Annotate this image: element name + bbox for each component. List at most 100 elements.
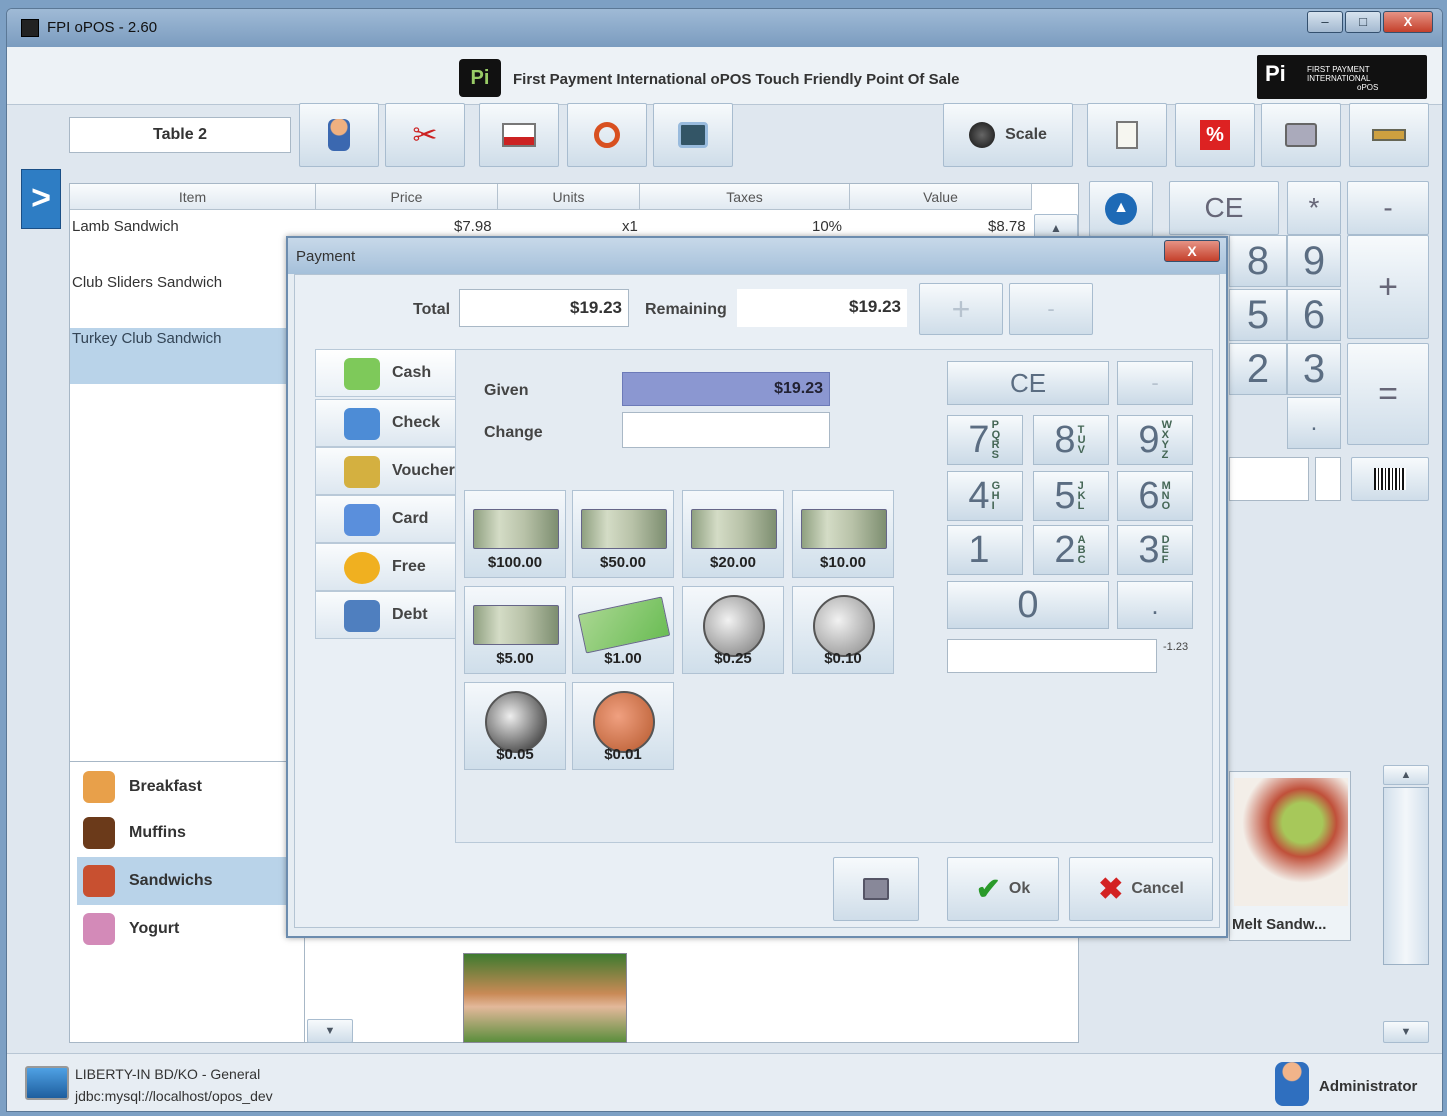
customer-button[interactable]	[299, 103, 379, 167]
delete-ticket-button[interactable]	[479, 103, 559, 167]
window-close-icon	[502, 123, 536, 147]
col-units: Units	[498, 184, 640, 210]
category-label: Breakfast	[129, 778, 202, 795]
category-breakfast[interactable]: Breakfast	[77, 763, 293, 811]
tab-free[interactable]: Free	[315, 543, 461, 591]
payment-close-button[interactable]: X	[1164, 240, 1220, 262]
bg-key-6[interactable]: 6	[1287, 289, 1341, 341]
row-item: Club Sliders Sandwich	[72, 274, 223, 291]
ok-label: Ok	[1008, 880, 1031, 897]
add-payment-button[interactable]: +	[919, 283, 1003, 335]
money-label: $5.00	[496, 650, 534, 667]
barcode-qty-input[interactable]	[1315, 457, 1341, 501]
print-receipt-button[interactable]	[833, 857, 919, 921]
product-melt-sandwich[interactable]: Melt Sandw...	[1229, 771, 1351, 941]
status-bar: LIBERTY-IN BD/KO - General jdbc:mysql://…	[7, 1053, 1442, 1111]
change-label: Change	[484, 424, 543, 441]
scale-icon	[969, 122, 996, 148]
discount-button[interactable]: %	[1175, 103, 1255, 167]
bg-key-3[interactable]: 3	[1287, 343, 1341, 395]
key-0[interactable]: 0	[947, 581, 1109, 629]
tab-label: Voucher	[392, 462, 455, 479]
category-muffins[interactable]: Muffins	[77, 809, 293, 857]
cancel-button[interactable]: ✖ Cancel	[1069, 857, 1213, 921]
money-label: $0.10	[824, 650, 862, 667]
key-4[interactable]: 4 GHI	[947, 471, 1023, 521]
key-7[interactable]: 7 PQRS	[947, 415, 1023, 465]
sandwich-product-image[interactable]	[463, 953, 627, 1043]
product-label: Melt Sandw...	[1232, 916, 1327, 933]
refresh-button[interactable]	[567, 103, 647, 167]
print-preview-button[interactable]	[653, 103, 733, 167]
credit-card-icon	[344, 504, 380, 536]
category-sandwichs[interactable]: Sandwichs	[77, 857, 293, 905]
bill-20-button[interactable]: $20.00	[682, 490, 784, 578]
tab-debt[interactable]: Debt	[315, 591, 461, 639]
bg-minus-key[interactable]: -	[1347, 181, 1429, 235]
category-yogurt[interactable]: Yogurt	[77, 905, 293, 953]
cash-drawer-button[interactable]	[1349, 103, 1429, 167]
minimize-button[interactable]: ‒	[1307, 11, 1343, 33]
bill-10-button[interactable]: $10.00	[792, 490, 894, 578]
sandwich-icon	[83, 865, 115, 897]
bill-1-button[interactable]: $1.00	[572, 586, 674, 674]
product-scroll-down[interactable]: ▼	[1383, 1021, 1429, 1043]
expand-panel-button[interactable]: >	[21, 169, 61, 229]
tab-voucher[interactable]: Voucher	[315, 447, 461, 495]
dot-key[interactable]: .	[1117, 581, 1193, 629]
minus-key[interactable]: -	[1117, 361, 1193, 405]
key-5[interactable]: 5 JKL	[1033, 471, 1109, 521]
bill-5-button[interactable]: $5.00	[464, 586, 566, 674]
category-label: Sandwichs	[129, 872, 213, 889]
bill-100-button[interactable]: $100.00	[464, 490, 566, 578]
barcode-button[interactable]	[1351, 457, 1429, 501]
bg-dot-key[interactable]: .	[1287, 397, 1341, 449]
coin-5-button[interactable]: $0.05	[464, 682, 566, 770]
key-3[interactable]: 3 DEF	[1117, 525, 1193, 575]
coin-10-button[interactable]: $0.10	[792, 586, 894, 674]
bill-50-button[interactable]: $50.00	[572, 490, 674, 578]
ok-button[interactable]: ✔ Ok	[947, 857, 1059, 921]
tab-check[interactable]: Check	[315, 399, 461, 447]
coin-1-button[interactable]: $0.01	[572, 682, 674, 770]
remaining-value: $19.23	[737, 289, 907, 327]
key-6[interactable]: 6 MNO	[1117, 471, 1193, 521]
note-button[interactable]	[1087, 103, 1167, 167]
money-label: $10.00	[820, 554, 866, 571]
ce-key[interactable]: CE	[947, 361, 1109, 405]
equals-key[interactable]: =	[1347, 343, 1429, 445]
product-scroll-up[interactable]: ▲	[1383, 765, 1429, 785]
up-arrow-button[interactable]: ▲	[1089, 181, 1153, 237]
customer-icon	[328, 119, 350, 151]
scale-button[interactable]: Scale	[943, 103, 1073, 167]
plus-key[interactable]: +	[1347, 235, 1429, 339]
split-button[interactable]: ✂	[385, 103, 465, 167]
col-value: Value	[850, 184, 1032, 210]
barcode-input[interactable]	[1229, 457, 1309, 501]
bill-icon	[473, 509, 559, 549]
bg-key-5[interactable]: 5	[1229, 289, 1287, 341]
close-button[interactable]: X	[1383, 11, 1433, 33]
tab-card[interactable]: Card	[315, 495, 461, 543]
row-value: $8.78	[988, 218, 1026, 235]
bg-key-8[interactable]: 8	[1229, 235, 1287, 287]
given-input[interactable]: $19.23	[622, 372, 830, 406]
tab-cash[interactable]: Cash	[315, 349, 463, 397]
remove-payment-button[interactable]: -	[1009, 283, 1093, 335]
key-9[interactable]: 9 WXYZ	[1117, 415, 1193, 465]
table-label: Table 2	[69, 117, 291, 153]
key-2[interactable]: 2 ABC	[1033, 525, 1109, 575]
key-1[interactable]: 1	[947, 525, 1023, 575]
multiply-key[interactable]: *	[1287, 181, 1341, 235]
maximize-button[interactable]: □	[1345, 11, 1381, 33]
category-scroll-down[interactable]: ▼	[307, 1019, 353, 1043]
product-scrollbar-thumb[interactable]	[1383, 787, 1429, 965]
print-button[interactable]	[1261, 103, 1341, 167]
key-8[interactable]: 8 TUV	[1033, 415, 1109, 465]
bg-key-9[interactable]: 9	[1287, 235, 1341, 287]
bg-ce-key[interactable]: CE	[1169, 181, 1279, 235]
breakfast-icon	[83, 771, 115, 803]
money-label: $0.05	[496, 746, 534, 763]
bg-key-2[interactable]: 2	[1229, 343, 1287, 395]
coin-25-button[interactable]: $0.25	[682, 586, 784, 674]
